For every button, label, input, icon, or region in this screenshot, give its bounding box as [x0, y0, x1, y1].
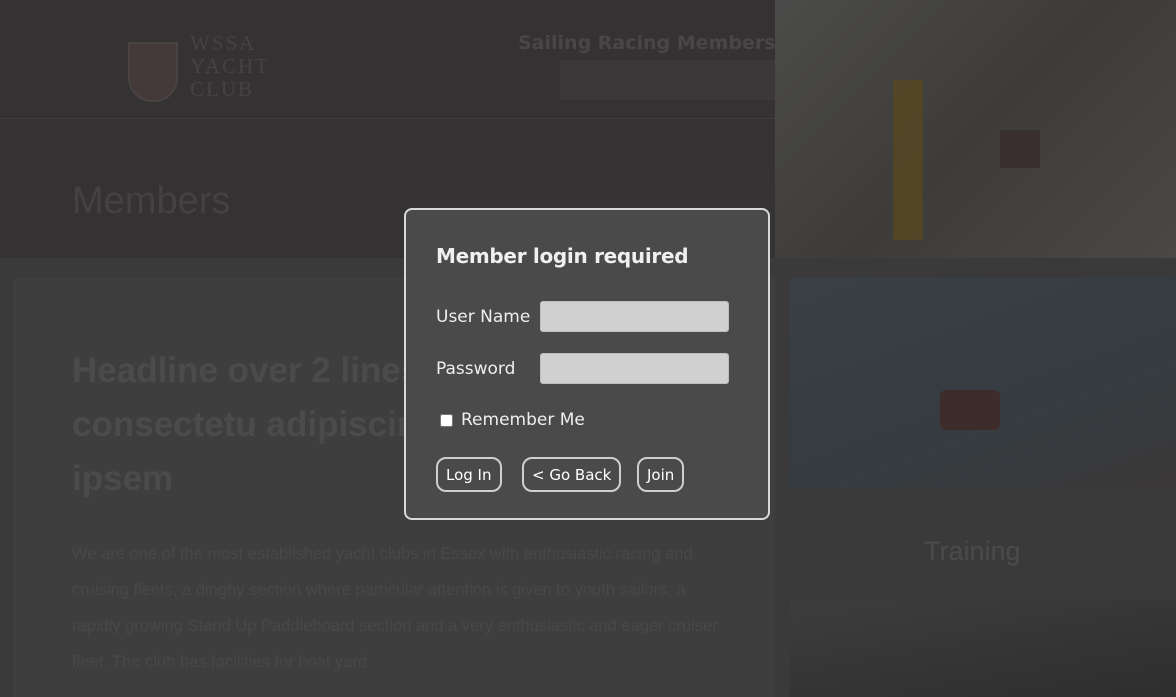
remember-me-checkbox[interactable]: [440, 413, 453, 427]
go-back-button[interactable]: < Go Back: [522, 457, 622, 492]
logo-shield-icon: [128, 42, 178, 102]
password-input[interactable]: [540, 353, 729, 384]
hero-photo-flag: [1000, 130, 1040, 168]
login-button[interactable]: Log In: [436, 457, 502, 492]
training-label: Training: [924, 536, 1021, 566]
page-title: Members: [72, 180, 231, 222]
username-input[interactable]: [540, 301, 729, 332]
hero-photo: [775, 0, 1176, 258]
article-body: We are one of the most established yacht…: [72, 545, 718, 671]
password-label: Password: [436, 359, 516, 379]
login-modal: Member login required User Name Password…: [404, 208, 770, 520]
nav-submenu: [560, 60, 800, 100]
header-divider: [0, 118, 775, 119]
side-photo: [790, 278, 1176, 488]
side-photo-boat: [940, 390, 1000, 430]
training-photo: [790, 600, 1176, 697]
join-button[interactable]: Join: [637, 457, 685, 492]
club-logo: WSSA YACHT CLUB: [124, 28, 284, 108]
remember-me-label: Remember Me: [461, 410, 585, 430]
remember-me[interactable]: Remember Me: [440, 410, 585, 430]
main-nav: Sailing Racing Members: [518, 32, 776, 54]
modal-title: Member login required: [436, 244, 689, 268]
username-label: User Name: [436, 307, 531, 327]
hero-photo-mast: [893, 80, 923, 240]
